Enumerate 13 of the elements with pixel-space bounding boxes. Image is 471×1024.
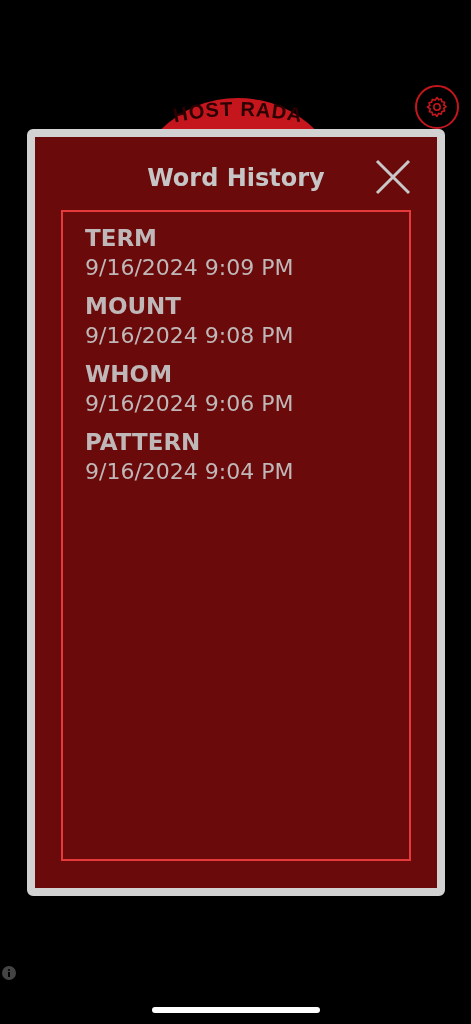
history-time: 9/16/2024 9:04 PM	[85, 458, 294, 486]
history-time: 9/16/2024 9:06 PM	[85, 390, 294, 418]
history-time: 9/16/2024 9:09 PM	[85, 254, 294, 282]
history-word: MOUNT	[85, 292, 182, 320]
history-word: TERM	[85, 224, 157, 252]
dialog-title: Word History	[147, 164, 325, 192]
info-icon[interactable]	[2, 966, 16, 980]
close-button[interactable]	[375, 159, 411, 195]
settings-icon	[425, 95, 449, 119]
history-time: 9/16/2024 9:08 PM	[85, 322, 294, 350]
close-icon	[375, 159, 411, 195]
history-word: WHOM	[85, 360, 173, 388]
history-word: PATTERN	[85, 428, 201, 456]
